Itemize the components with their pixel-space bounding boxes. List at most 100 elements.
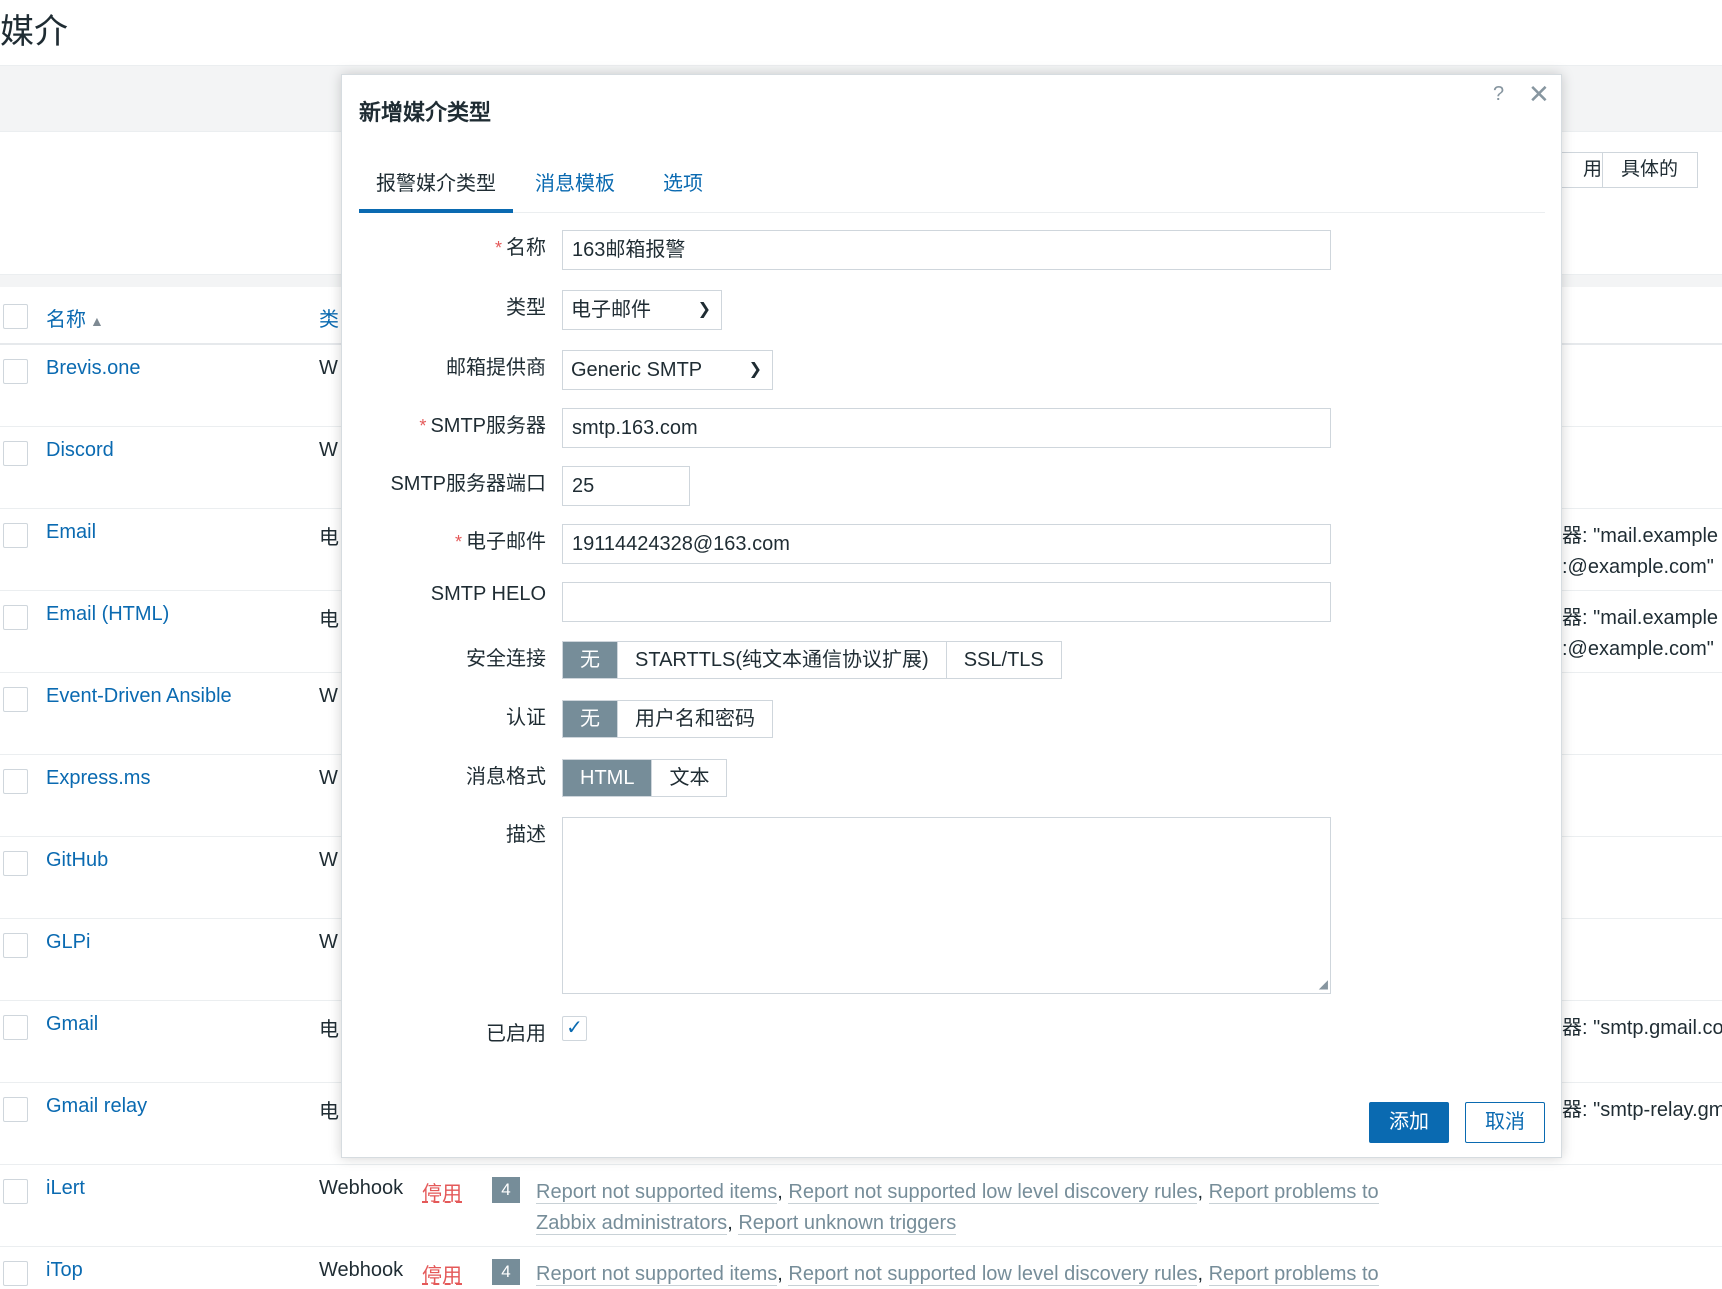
close-icon[interactable]: ✕ [1528, 79, 1550, 110]
media-type-name-link[interactable]: Brevis.one [46, 357, 141, 380]
media-type-type: W [319, 439, 338, 461]
table-row: iLert Webhook 停用 4 Report not supported … [0, 1165, 1722, 1247]
media-type-details: 器: "mail.example:@example.com" [1562, 607, 1719, 660]
action-count-badge: 4 [492, 1177, 520, 1203]
tab-options[interactable]: 选项 [646, 165, 720, 213]
auth-option-username-password[interactable]: 用户名和密码 [618, 701, 772, 737]
row-checkbox[interactable] [3, 851, 28, 876]
email-label-row: * 电子邮件 [342, 525, 546, 565]
media-type-details: 器: "smtp-relay.gm [1562, 1099, 1722, 1121]
row-checkbox[interactable] [3, 441, 28, 466]
enabled-checkbox[interactable]: ✓ [562, 1016, 587, 1041]
row-checkbox[interactable] [3, 769, 28, 794]
action-link[interactable]: Report not supported items [536, 1263, 778, 1286]
sort-asc-icon: ▲ [90, 313, 104, 329]
smtp-helo-input[interactable] [562, 582, 1331, 622]
format-option-html[interactable]: HTML [563, 760, 653, 796]
media-type-type: Webhook [319, 1177, 404, 1199]
smtp-server-input[interactable]: smtp.163.com [562, 408, 1331, 448]
row-checkbox[interactable] [3, 1261, 28, 1286]
media-type-type: W [319, 685, 338, 707]
used-in-actions: Report not supported items, Report not s… [536, 1263, 1379, 1286]
row-checkbox[interactable] [3, 1179, 28, 1204]
format-segmented-control: HTML 文本 [562, 759, 728, 797]
table-row: iTop Webhook 停用 4 Report not supported i… [0, 1247, 1722, 1289]
media-type-type: W [319, 849, 338, 871]
filter-segment-specific[interactable]: 具体的 [1602, 152, 1698, 188]
security-segmented-control: 无 STARTTLS(纯文本通信协议扩展) SSL/TLS [562, 641, 1062, 679]
action-link[interactable]: Report unknown triggers [738, 1212, 957, 1235]
add-button[interactable]: 添加 [1369, 1102, 1449, 1143]
resize-handle-icon[interactable]: ◢ [1319, 977, 1328, 991]
media-type-name-link[interactable]: GitHub [46, 849, 108, 872]
required-mark: * [419, 416, 427, 436]
media-type-type: Webhook [319, 1259, 404, 1281]
media-type-type: 电 [319, 527, 339, 549]
status-disabled-link[interactable]: 停用 [422, 1177, 462, 1206]
action-link[interactable]: Report not supported low level discovery… [788, 1181, 1198, 1204]
row-checkbox[interactable] [3, 687, 28, 712]
description-label: 描述 [506, 824, 546, 846]
required-mark: * [494, 238, 502, 258]
media-type-name-link[interactable]: Discord [46, 439, 114, 462]
dialog-title: 新增媒介类型 [359, 100, 492, 125]
media-type-name-link[interactable]: iTop [46, 1259, 83, 1282]
name-input[interactable]: 163邮箱报警 [562, 230, 1331, 270]
media-type-type: W [319, 931, 338, 953]
media-type-name-link[interactable]: GLPi [46, 931, 90, 954]
row-checkbox[interactable] [3, 359, 28, 384]
help-icon[interactable]: ? [1493, 83, 1504, 106]
security-label: 安全连接 [466, 648, 546, 670]
smtp-port-input[interactable]: 25 [562, 466, 690, 506]
name-label-row: * 名称 [342, 231, 546, 271]
format-label-row: 消息格式 [342, 760, 546, 800]
media-type-name-link[interactable]: Gmail relay [46, 1095, 147, 1118]
media-type-name-link[interactable]: Gmail [46, 1013, 98, 1036]
auth-option-none[interactable]: 无 [563, 701, 618, 737]
media-type-type: 电 [319, 609, 339, 631]
format-option-text[interactable]: 文本 [652, 760, 727, 796]
enabled-label-row: 已启用 [342, 1017, 546, 1057]
enabled-label: 已启用 [486, 1023, 546, 1045]
description-textarea[interactable]: ◢ [562, 817, 1331, 994]
media-type-name-link[interactable]: Email [46, 521, 96, 544]
row-checkbox[interactable] [3, 933, 28, 958]
helo-label-row: SMTP HELO [342, 583, 546, 623]
used-in-actions: Report not supported items, Report not s… [536, 1181, 1379, 1235]
row-checkbox[interactable] [3, 605, 28, 630]
row-checkbox[interactable] [3, 523, 28, 548]
media-type-name-link[interactable]: iLert [46, 1177, 85, 1200]
name-label: * 名称 [494, 237, 546, 259]
media-type-name-link[interactable]: Event-Driven Ansible [46, 685, 232, 708]
helo-label: SMTP HELO [430, 583, 546, 605]
email-provider-select[interactable]: Generic SMTP ❯ [562, 350, 773, 390]
tab-media-type[interactable]: 报警媒介类型 [359, 165, 513, 213]
action-link[interactable]: Report not supported low level discovery… [788, 1263, 1198, 1286]
tab-message-templates[interactable]: 消息模板 [518, 165, 632, 213]
provider-label: 邮箱提供商 [446, 357, 546, 379]
column-header-name[interactable]: 名称 ▲ [46, 303, 104, 332]
media-type-type: 电 [319, 1019, 339, 1041]
action-link[interactable]: Report not supported items [536, 1181, 778, 1204]
column-header-type[interactable]: 类 [319, 303, 339, 332]
media-type-name-link[interactable]: Express.ms [46, 767, 150, 790]
email-input[interactable]: 19114424328@163.com [562, 524, 1331, 564]
status-disabled-link[interactable]: 停用 [422, 1259, 462, 1288]
security-option-starttls[interactable]: STARTTLS(纯文本通信协议扩展) [618, 642, 947, 678]
cancel-button[interactable]: 取消 [1465, 1102, 1545, 1143]
row-checkbox[interactable] [3, 1097, 28, 1122]
media-type-name-link[interactable]: Email (HTML) [46, 603, 169, 626]
smtp-server-label: * SMTP服务器 [419, 415, 546, 437]
chevron-down-icon: ❯ [697, 301, 711, 318]
smtp-server-label-row: * SMTP服务器 [342, 409, 546, 449]
select-all-checkbox[interactable] [3, 304, 28, 329]
action-link[interactable]: Report problems to [1208, 1263, 1379, 1286]
type-select[interactable]: 电子邮件 ❯ [562, 290, 722, 330]
row-checkbox[interactable] [3, 1015, 28, 1040]
auth-label: 认证 [506, 707, 546, 729]
security-option-none[interactable]: 无 [563, 642, 618, 678]
media-type-type: W [319, 767, 338, 789]
chevron-down-icon: ❯ [748, 361, 762, 378]
security-option-ssl-tls[interactable]: SSL/TLS [946, 642, 1061, 678]
type-label: 类型 [506, 297, 546, 319]
